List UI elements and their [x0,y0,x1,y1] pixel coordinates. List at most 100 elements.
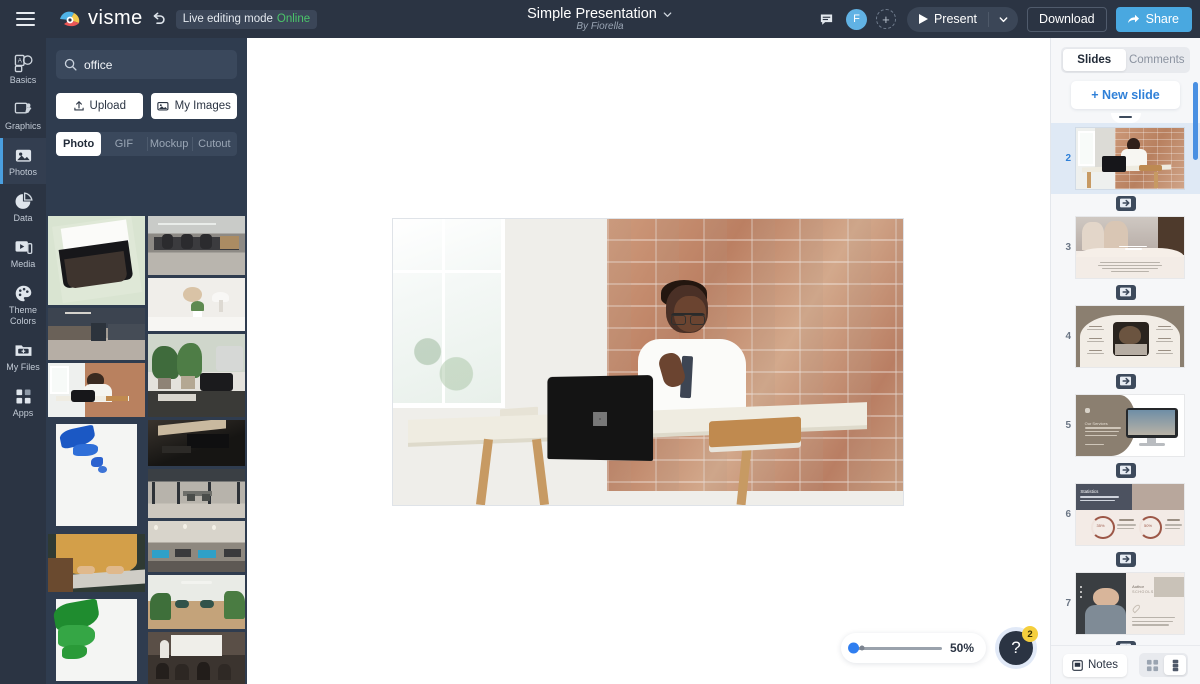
slide-transition-3-4[interactable] [1051,283,1200,301]
photo-thumb-black-leather-envelope-on-mint[interactable] [48,216,145,305]
photo-column-right [148,216,245,684]
slide-canvas[interactable] [392,218,904,506]
slide-transition-icon[interactable] [1116,196,1136,211]
slide-thumbnail-4[interactable]: CONTENT [1076,306,1184,367]
share-button[interactable]: Share [1116,7,1192,32]
slide-5-heading: Our Services [1085,421,1108,426]
slide-thumbnail-6[interactable]: Statistics 35% 50% [1076,484,1184,545]
zoom-slider-track[interactable] [853,647,942,650]
sidebar-item-data[interactable]: Data [0,184,46,230]
upload-button[interactable]: Upload [56,93,143,119]
slide-1-partial[interactable] [1051,113,1200,123]
help-button[interactable]: ? 2 [999,631,1033,665]
download-button[interactable]: Download [1027,7,1107,32]
tab-photo[interactable]: Photo [56,132,101,156]
sidebar-item-apps[interactable]: Apps [0,379,46,425]
graphics-icon [13,99,33,119]
photo-thumb-modern-office-meeting-chairs[interactable] [148,216,245,275]
sidebar-item-media[interactable]: Media [0,230,46,276]
list-item[interactable]: 5 Our Services [1051,390,1200,461]
zoom-control[interactable]: 50% [841,633,986,663]
zoom-slider-handle[interactable] [848,643,859,654]
sidebar-item-graphics[interactable]: Graphics [0,92,46,138]
list-item[interactable]: 7 Author SCHOOLS [1051,568,1200,639]
list-item[interactable]: 3 [1051,212,1200,283]
top-toolbar: visme Live editing mode Online Simple Pr… [0,0,1200,38]
photo-thumb-green-atrium-office-lounge[interactable] [148,575,245,629]
slide-thumbnail-5[interactable]: Our Services [1076,395,1184,456]
present-options-chevron-down-icon[interactable] [989,14,1018,25]
view-mode-toggle [1139,653,1188,677]
slide-thumbnail-3[interactable] [1076,217,1184,278]
slide-transition-5-6[interactable] [1051,461,1200,479]
photo-thumb-glass-walled-meeting-room[interactable] [148,469,245,518]
photo-thumb-empty-office-corridor[interactable] [48,308,145,360]
slides-list[interactable]: 2 [1051,113,1200,645]
sidebar-item-photos[interactable]: Photos [0,138,46,184]
photo-type-tabs: Photo GIF Mockup Cutout [56,132,237,156]
photo-thumb-green-paint-stroke-poster[interactable] [48,595,145,684]
sidebar-item-label: Data [13,213,32,224]
tab-slides[interactable]: Slides [1063,49,1126,71]
slide-transition-icon[interactable] [1116,552,1136,567]
slide-thumbnail-7[interactable]: Author SCHOOLS [1076,573,1184,634]
present-button[interactable]: Present [907,7,988,32]
photo-thumb-white-wall-with-clock-and-plant[interactable] [148,278,245,332]
plus-icon[interactable]: + [876,9,896,29]
chevron-down-icon[interactable] [662,9,673,20]
slide-thumbnail-2[interactable] [1076,128,1184,189]
list-item[interactable]: 2 [1051,123,1200,194]
photos-icon [13,145,33,165]
tab-label: Photo [63,138,94,150]
photo-thumb-desk-with-plants-and-imac[interactable] [148,334,245,417]
slide-6-stat-2: 50% [1144,523,1152,528]
photo-thumb-person-in-mustard-sweater-typing[interactable] [48,534,145,592]
hamburger-menu-icon[interactable] [6,0,44,38]
canvas-area[interactable]: 50% ? 2 [247,38,1050,684]
slide-transition-6-7[interactable] [1051,550,1200,568]
undo-icon[interactable] [151,11,167,27]
list-view-icon[interactable] [1164,655,1186,675]
notes-button[interactable]: Notes [1063,654,1127,677]
sidebar-item-basics[interactable]: A Basics [0,46,46,92]
tab-cutout[interactable]: Cutout [192,132,237,156]
sidebar-item-my-files[interactable]: My Files [0,333,46,379]
laptop-logo-icon [593,412,607,426]
new-slide-button[interactable]: + New slide [1071,81,1180,109]
my-images-button[interactable]: My Images [151,93,238,119]
tab-label: Cutout [198,138,230,150]
sidebar-item-theme-colors[interactable]: Theme Colors [0,276,46,333]
photo-thumb-open-plan-office-workstations[interactable] [148,521,245,572]
avatar[interactable]: F [846,9,867,30]
tab-gif[interactable]: GIF [101,132,146,156]
document-author: By Fiorella [576,21,623,32]
media-icon [13,237,33,257]
sidebar-item-label: Media [11,259,36,270]
search-box[interactable]: ✕ [56,50,237,79]
photo-thumb-man-at-desk-brick-wall[interactable] [48,363,145,416]
slide-6-heading: Statistics [1080,489,1098,494]
slide-transition-icon[interactable] [1116,463,1136,478]
slide-number: 4 [1059,331,1071,342]
slide-drag-handle[interactable] [1111,113,1141,123]
photo-thumb-conference-presentation-audience[interactable] [148,632,245,684]
grid-view-icon[interactable] [1141,655,1163,675]
brand-logo-group[interactable]: visme [58,8,143,31]
list-item[interactable]: 6 Statistics 35% 50% [1051,479,1200,550]
search-input[interactable] [84,58,239,72]
tab-comments[interactable]: Comments [1126,49,1189,71]
list-item[interactable]: 4 CONTENT [1051,301,1200,372]
sidebar-item-label: My Files [6,362,40,373]
comment-icon[interactable] [817,9,837,29]
tab-label: Mockup [150,138,189,150]
slide-transition-2-3[interactable] [1051,194,1200,212]
tab-mockup[interactable]: Mockup [147,132,192,156]
photo-thumb-blue-paint-stroke-poster[interactable] [48,420,145,531]
slide-transition-4-5[interactable] [1051,372,1200,390]
slide-transition-icon[interactable] [1116,374,1136,389]
slide-transition-icon[interactable] [1116,285,1136,300]
vertical-scrollbar[interactable] [1193,82,1198,160]
tab-label: Slides [1077,54,1111,66]
photo-thumb-dark-office-desk-top-view[interactable] [148,420,245,466]
page-title[interactable]: Simple Presentation [527,6,657,22]
